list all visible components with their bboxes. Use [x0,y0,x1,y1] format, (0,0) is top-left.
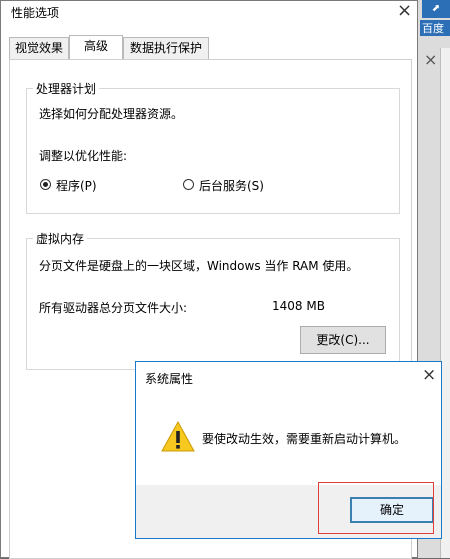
programs-radio-label[interactable]: 程序(P) [56,177,97,194]
adjust-for-label: 调整以优化性能: [39,149,128,163]
tab-advanced[interactable]: 高级 [69,35,123,60]
background-services-radio[interactable] [183,179,194,190]
desktop-shortcut-label[interactable]: 百度 [420,20,450,36]
dialog-message: 要使改动生效，需要重新启动计算机。 [202,432,407,446]
window-title: 性能选项 [11,6,60,20]
programs-radio[interactable] [40,179,51,190]
change-button[interactable]: 更改(C)... [300,326,386,354]
virtual-memory-title: 虚拟内存 [33,230,88,247]
tab-data-execution-prevention[interactable]: 数据执行保护 [123,37,209,59]
system-properties-dialog: 系统属性 × 要使改动生效，需要重新启动计算机。 确定 [135,361,442,539]
highlight-annotation [318,482,434,534]
dialog-title: 系统属性 [145,372,194,386]
total-paging-size-value: 1408 MB [272,299,325,313]
dialog-close-icon[interactable]: × [422,365,436,385]
virtual-memory-description: 分页文件是硬盘上的一块区域，Windows 当作 RAM 使用。 [39,259,359,273]
processor-scheduling-group: 处理器计划 选择如何分配处理器资源。 调整以优化性能: 程序(P) 后台服务(S… [26,80,400,214]
processor-scheduling-title: 处理器计划 [33,80,100,97]
desktop-shortcut-icon[interactable]: ⬈ [422,0,450,18]
total-paging-size-label: 所有驱动器总分页文件大小: [39,301,188,315]
background-close-icon[interactable]: × [424,50,437,69]
background-services-radio-label[interactable]: 后台服务(S) [199,177,264,194]
tab-visual-effects[interactable]: 视觉效果 [9,37,69,59]
close-icon[interactable]: × [397,0,412,21]
warning-icon [161,420,195,452]
processor-description: 选择如何分配处理器资源。 [39,107,184,121]
